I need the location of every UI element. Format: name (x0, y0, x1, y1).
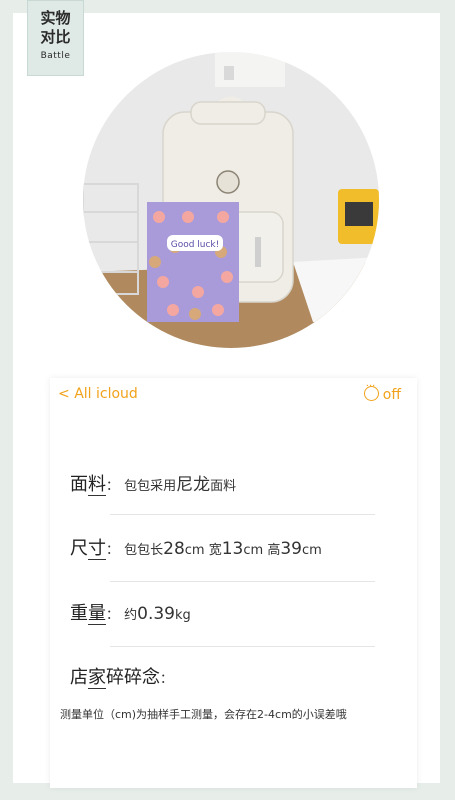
badge-sub: Battle (40, 51, 71, 61)
weight-row: 重量： 约0.39kg (70, 603, 191, 625)
back-label: All icloud (74, 386, 138, 402)
size-value: 包包长28cm 宽13cm 高39cm (124, 539, 322, 559)
toggle-button[interactable]: off (363, 381, 401, 403)
spec-card: < All icloud off 面料： 包包采用尼龙面料 尺寸： 包包长28c… (50, 378, 417, 788)
toggle-label: off (382, 387, 401, 403)
material-row: 面料： 包包采用尼龙面料 (70, 474, 237, 496)
size-label: 尺寸 (70, 538, 106, 560)
comparison-badge: 实物 对比 Battle (27, 0, 84, 76)
material-value: 包包采用尼龙面料 (124, 475, 237, 495)
divider (110, 646, 375, 647)
seller-notes-row: 店家碎碎念： (70, 667, 174, 689)
size-row: 尺寸： 包包长28cm 宽13cm 高39cm (70, 538, 322, 560)
weight-label: 重量 (70, 603, 106, 625)
measurement-note: 测量单位（cm)为抽样手工测量，会存在2-4cm的小误差哦 (60, 708, 347, 721)
notebook-text: Good luck! (171, 240, 220, 250)
product-photo: Good luck! (83, 52, 379, 348)
divider (110, 514, 375, 515)
backpack-photo-illustration: Good luck! (83, 52, 379, 348)
chevron-left-icon: < (58, 386, 70, 402)
seller-notes-label: 店家碎碎念 (70, 667, 160, 689)
divider (110, 581, 375, 582)
badge-line1: 实物 (40, 9, 71, 27)
more-icon (363, 381, 379, 401)
material-label: 面料 (70, 474, 106, 496)
weight-value: 约0.39kg (124, 604, 191, 624)
badge-line2: 对比 (40, 28, 71, 46)
back-button[interactable]: < All icloud (58, 386, 138, 402)
